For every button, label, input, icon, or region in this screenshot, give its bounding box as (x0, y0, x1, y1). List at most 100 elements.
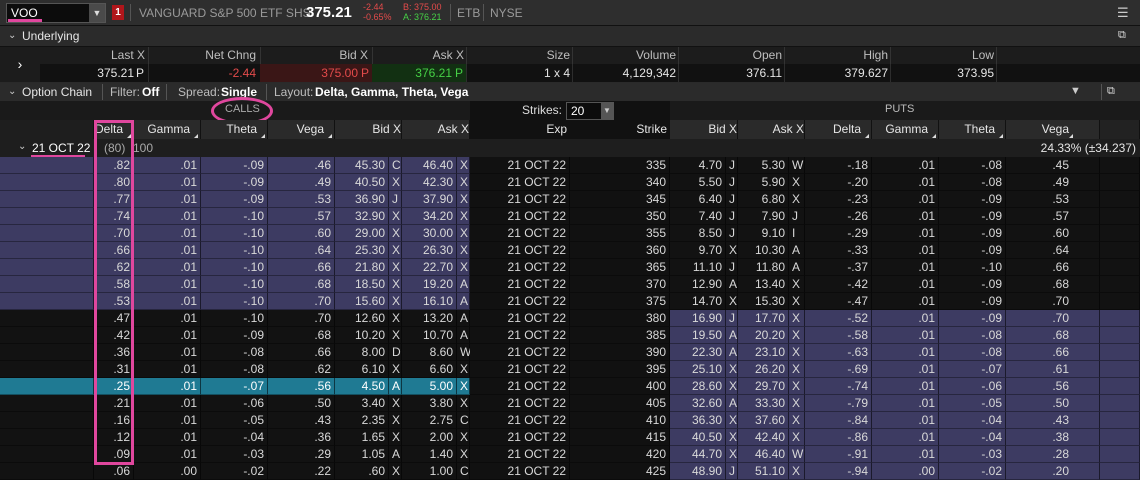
table-row[interactable]: .70.01 -.10.60 29.00 X 30.00 X 21 OCT 22 355 8.5… (0, 225, 1140, 242)
cell-p-delta[interactable]: -.37 (805, 259, 872, 276)
cell-c-bx[interactable]: X (389, 225, 402, 242)
cell-c-gamma[interactable]: .01 (134, 378, 201, 395)
cell-c-bx[interactable]: X (389, 463, 402, 480)
cell-p-bid[interactable]: 44.70 (670, 446, 726, 463)
cell-c-bid[interactable]: 4.50 (335, 378, 389, 395)
cell-p-vega[interactable]: .43 (1006, 412, 1100, 429)
cell-p-ask[interactable]: 42.40 (738, 429, 789, 446)
cell-c-delta[interactable]: .06 (94, 463, 134, 480)
cell-exp[interactable]: 21 OCT 22 (470, 378, 570, 395)
cell-c-gamma[interactable]: .01 (134, 157, 201, 174)
menu-icon[interactable]: ☰ (1117, 5, 1129, 21)
header-put-bid[interactable]: Bid X (670, 120, 738, 139)
cell-c-bid[interactable]: 6.10 (335, 361, 389, 378)
cell-p-vega[interactable]: .53 (1006, 191, 1100, 208)
cell-c-bx[interactable]: X (389, 327, 402, 344)
cell-p-delta[interactable]: -.58 (805, 327, 872, 344)
cell-p-bx[interactable]: A (726, 395, 738, 412)
cell-p-delta[interactable]: -.63 (805, 344, 872, 361)
table-row[interactable]: .80.01 -.09.49 40.50 X 42.30 X 21 OCT 22 340 5.5… (0, 174, 1140, 191)
table-row[interactable]: .16.01 -.05.43 2.35 X 2.75 C 21 OCT 22 410 36.30… (0, 412, 1140, 429)
cell-p-theta[interactable]: -.08 (939, 157, 1006, 174)
cell-c-bx[interactable]: X (389, 395, 402, 412)
table-row[interactable]: .36.01 -.08.66 8.00 D 8.60 W 21 OCT 22 390 22.30… (0, 344, 1140, 361)
cell-p-gamma[interactable]: .01 (872, 225, 939, 242)
cell-exp[interactable]: 21 OCT 22 (470, 276, 570, 293)
cell-exp[interactable]: 21 OCT 22 (470, 429, 570, 446)
header-call-vega[interactable]: Vega (268, 120, 335, 139)
table-row[interactable]: .82.01 -.09.46 45.30 C 46.40 X 21 OCT 22 335 4.7… (0, 157, 1140, 174)
table-row[interactable]: .25.01 -.07.56 4.50 A 5.00 X 21 OCT 22 400 28.60… (0, 378, 1140, 395)
cell-p-delta[interactable]: -.18 (805, 157, 872, 174)
cell-c-vega[interactable]: .64 (268, 242, 335, 259)
cell-p-bid[interactable]: 11.10 (670, 259, 726, 276)
cell-p-ask[interactable]: 5.30 (738, 157, 789, 174)
chevron-down-icon[interactable]: ⌄ (8, 30, 16, 41)
cell-c-gamma[interactable]: .01 (134, 446, 201, 463)
cell-p-ax[interactable]: I (789, 225, 805, 242)
cell-c-vega[interactable]: .70 (268, 293, 335, 310)
cell-p-gamma[interactable]: .01 (872, 208, 939, 225)
cell-c-ax[interactable]: X (457, 446, 470, 463)
cell-c-ask[interactable]: 5.00 (402, 378, 457, 395)
cell-exp[interactable]: 21 OCT 22 (470, 327, 570, 344)
cell-c-bid[interactable]: 32.90 (335, 208, 389, 225)
cell-c-ask[interactable]: 2.00 (402, 429, 457, 446)
cell-p-delta[interactable]: -.84 (805, 412, 872, 429)
cell-p-vega[interactable]: .20 (1006, 463, 1100, 480)
cell-c-ax[interactable]: X (457, 361, 470, 378)
cell-p-ax[interactable]: X (789, 412, 805, 429)
table-row[interactable]: .42.01 -.09.68 10.20 X 10.70 A 21 OCT 22 385 19.… (0, 327, 1140, 344)
cell-p-bx[interactable]: J (726, 157, 738, 174)
cell-p-theta[interactable]: -.09 (939, 191, 1006, 208)
cell-c-gamma[interactable]: .01 (134, 429, 201, 446)
cell-exp[interactable]: 21 OCT 22 (470, 242, 570, 259)
cell-c-ask[interactable]: 3.80 (402, 395, 457, 412)
cell-p-delta[interactable]: -.20 (805, 174, 872, 191)
cell-p-gamma[interactable]: .01 (872, 191, 939, 208)
expand-right-icon[interactable]: › (0, 47, 40, 82)
cell-p-vega[interactable]: .45 (1006, 157, 1100, 174)
cell-p-bid[interactable]: 48.90 (670, 463, 726, 480)
cell-p-delta[interactable]: -.69 (805, 361, 872, 378)
cell-p-delta[interactable]: -.94 (805, 463, 872, 480)
cell-p-ax[interactable]: X (789, 344, 805, 361)
cell-p-ask[interactable]: 11.80 (738, 259, 789, 276)
cell-c-ask[interactable]: 13.20 (402, 310, 457, 327)
cell-p-ask[interactable]: 17.70 (738, 310, 789, 327)
table-row[interactable]: .58.01 -.10.68 18.50 X 19.20 A 21 OCT 22 370 12.… (0, 276, 1140, 293)
cell-c-ax[interactable]: X (457, 378, 470, 395)
cell-c-ask[interactable]: 8.60 (402, 344, 457, 361)
cell-p-ask[interactable]: 9.10 (738, 225, 789, 242)
cell-p-gamma[interactable]: .01 (872, 327, 939, 344)
cell-c-theta[interactable]: -.06 (201, 395, 268, 412)
cell-p-delta[interactable]: -.33 (805, 242, 872, 259)
cell-exp[interactable]: 21 OCT 22 (470, 259, 570, 276)
cell-p-bx[interactable]: X (726, 293, 738, 310)
cell-c-ask[interactable]: 22.70 (402, 259, 457, 276)
cell-exp[interactable]: 21 OCT 22 (470, 293, 570, 310)
cell-strike[interactable]: 350 (570, 208, 670, 225)
header-strike[interactable]: Strike (570, 120, 670, 139)
cell-c-bid[interactable]: 8.00 (335, 344, 389, 361)
cell-c-vega[interactable]: .66 (268, 344, 335, 361)
cell-p-ask[interactable]: 46.40 (738, 446, 789, 463)
cell-c-bx[interactable]: X (389, 310, 402, 327)
cell-c-bx[interactable]: X (389, 361, 402, 378)
cell-c-ask[interactable]: 26.30 (402, 242, 457, 259)
cell-c-theta[interactable]: -.09 (201, 157, 268, 174)
cell-p-bid[interactable]: 22.30 (670, 344, 726, 361)
popout-icon[interactable]: ⧉ (1107, 85, 1115, 98)
cell-p-delta[interactable]: -.86 (805, 429, 872, 446)
header-call-bid[interactable]: Bid X (335, 120, 402, 139)
cell-p-ax[interactable]: X (789, 429, 805, 446)
cell-c-bx[interactable]: X (389, 293, 402, 310)
cell-c-vega[interactable]: .49 (268, 174, 335, 191)
cell-p-gamma[interactable]: .01 (872, 429, 939, 446)
cell-p-ask[interactable]: 10.30 (738, 242, 789, 259)
cell-p-ax[interactable]: X (789, 378, 805, 395)
cell-c-ax[interactable]: X (457, 429, 470, 446)
cell-p-ax[interactable]: J (789, 208, 805, 225)
cell-p-bx[interactable]: J (726, 310, 738, 327)
cell-p-theta[interactable]: -.02 (939, 463, 1006, 480)
